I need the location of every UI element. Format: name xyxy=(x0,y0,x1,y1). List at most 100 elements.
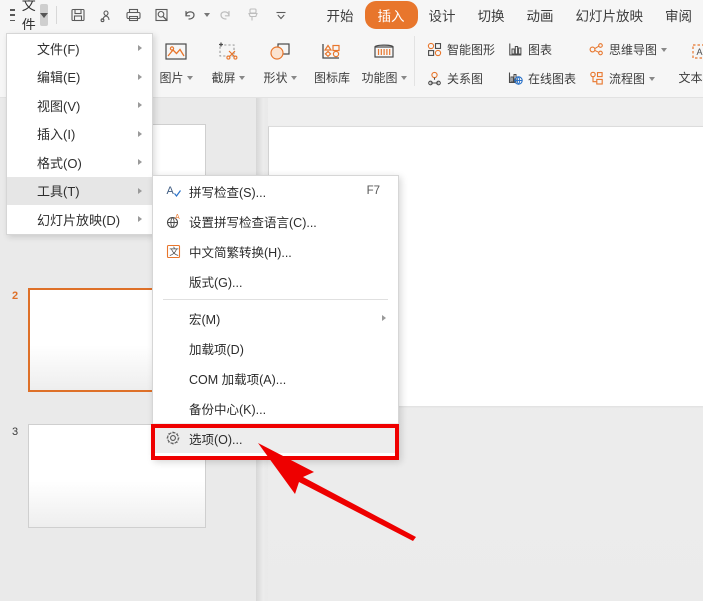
submenu-label: 拼写检查(S)... xyxy=(189,185,267,200)
ribbon-smartart-group: 智能图形 关系图 xyxy=(419,32,500,94)
file-dropdown-menu[interactable]: 文件(F) 编辑(E) 视图(V) 插入(I) 格式(O) 工具(T) 幻灯片放… xyxy=(6,33,153,235)
ribbon-icon-library-label: 图标库 xyxy=(313,71,350,85)
chevron-down-icon[interactable] xyxy=(186,75,193,80)
submenu-item-spellcheck[interactable]: A 拼写检查(S)... F7 xyxy=(153,176,398,206)
gear-icon xyxy=(161,430,185,446)
ribbon-relationship-chart-button[interactable]: 关系图 xyxy=(419,64,500,93)
ribbon-divider xyxy=(414,36,415,86)
ribbon-chart-button[interactable]: 图表 xyxy=(500,35,581,64)
tab-insert[interactable]: 插入 xyxy=(364,1,418,29)
ribbon-mindmap-group: 思维导图 流程图 xyxy=(581,32,672,94)
chevron-right-icon xyxy=(138,73,142,80)
submenu-label: 加载项(D) xyxy=(189,342,244,357)
menu-item-format[interactable]: 格式(O) xyxy=(7,148,152,177)
ribbon-mindmap-button[interactable]: 思维导图 xyxy=(581,35,672,64)
ribbon-insert-group: 图片 截屏 形状 图标库 功能图 智能图形 关系图 图表 在线图表 思维导图 流… xyxy=(150,32,703,96)
tab-start[interactable]: 开始 xyxy=(316,1,365,29)
tab-slideshow[interactable]: 幻灯片放映 xyxy=(565,1,655,29)
ribbon-function-chart-label: 功能图 xyxy=(361,71,398,85)
svg-text:A: A xyxy=(697,47,703,57)
redo-icon[interactable] xyxy=(212,3,238,27)
chevron-down-icon[interactable] xyxy=(238,75,245,80)
undo-button[interactable] xyxy=(177,3,210,27)
chevron-right-icon xyxy=(138,130,142,137)
picture-icon xyxy=(163,37,189,67)
smart-art-icon xyxy=(424,42,444,57)
submenu-item-com-addins[interactable]: COM 加载项(A)... xyxy=(153,363,398,393)
tools-submenu[interactable]: A 拼写检查(S)... F7 A 设置拼写检查语言(C)... 文 中文简繁转… xyxy=(152,175,399,460)
submenu-item-addins[interactable]: 加载项(D) xyxy=(153,333,398,363)
ribbon-icon-library-button[interactable]: 图标库 xyxy=(306,32,358,86)
quick-access-toolbar xyxy=(65,3,294,27)
menu-label: 格式(O) xyxy=(37,155,82,171)
ribbon-textbox-button[interactable]: A 文本框 xyxy=(672,32,703,86)
chevron-down-icon[interactable] xyxy=(290,75,297,80)
svg-text:A: A xyxy=(175,214,180,221)
ribbon-screenshot-button[interactable]: 截屏 xyxy=(202,32,254,86)
submenu-label: 设置拼写检查语言(C)... xyxy=(189,215,317,230)
ribbon-picture-button[interactable]: 图片 xyxy=(150,32,202,86)
online-chart-icon xyxy=(505,71,525,86)
chinese-conversion-icon: 文 xyxy=(161,243,185,260)
undo-icon[interactable] xyxy=(177,3,203,27)
ribbon-textbox-label: 文本框 xyxy=(678,71,703,85)
print-preview-icon[interactable] xyxy=(149,3,175,27)
ribbon-shapes-button[interactable]: 形状 xyxy=(254,32,306,86)
output-pdf-icon[interactable] xyxy=(93,3,119,27)
menu-item-view[interactable]: 视图(V) xyxy=(7,91,152,120)
menu-label: 文件(F) xyxy=(37,41,80,57)
mind-map-icon xyxy=(586,42,606,57)
submenu-label: 版式(G)... xyxy=(189,275,243,290)
svg-text:A: A xyxy=(166,185,174,197)
ribbon-chart-group: 图表 在线图表 xyxy=(500,32,581,94)
chevron-right-icon xyxy=(382,315,386,321)
ribbon-flowchart-button[interactable]: 流程图 xyxy=(581,64,672,93)
submenu-item-backup-center[interactable]: 备份中心(K)... xyxy=(153,393,398,423)
format-painter-icon[interactable] xyxy=(240,3,266,27)
hamburger-icon[interactable] xyxy=(10,9,15,21)
ribbon-function-chart-button[interactable]: 功能图 xyxy=(358,32,410,86)
chevron-down-icon[interactable] xyxy=(661,47,668,52)
menu-label: 幻灯片放映(D) xyxy=(37,212,121,228)
file-menu-caret-button[interactable] xyxy=(40,4,49,26)
print-icon[interactable] xyxy=(121,3,147,27)
svg-text:文: 文 xyxy=(169,246,179,258)
save-icon[interactable] xyxy=(65,3,91,27)
ribbon-smartart-button[interactable]: 智能图形 xyxy=(419,35,500,64)
submenu-item-options[interactable]: 选项(O)... xyxy=(153,423,398,453)
menu-item-insert[interactable]: 插入(I) xyxy=(7,120,152,149)
tab-review[interactable]: 审阅 xyxy=(654,1,703,29)
tab-animations[interactable]: 动画 xyxy=(516,1,565,29)
chevron-down-icon[interactable] xyxy=(649,76,656,81)
ribbon-online-chart-label: 在线图表 xyxy=(528,72,577,86)
menu-item-tools[interactable]: 工具(T) xyxy=(7,176,152,205)
tab-design[interactable]: 设计 xyxy=(418,1,467,29)
slide-number-2: 2 xyxy=(12,290,19,302)
relationship-chart-icon xyxy=(424,71,444,86)
submenu-label: 备份中心(K)... xyxy=(189,402,267,417)
slide-number-3: 3 xyxy=(12,426,19,438)
ribbon-chart-label: 图表 xyxy=(528,43,553,57)
submenu-item-layout[interactable]: 版式(G)... xyxy=(153,266,398,296)
menu-item-slideshow[interactable]: 幻灯片放映(D) xyxy=(7,205,152,234)
submenu-item-macro[interactable]: 宏(M) xyxy=(153,303,398,333)
chevron-down-icon[interactable] xyxy=(400,75,407,80)
undo-dropdown-caret-icon[interactable] xyxy=(203,13,210,17)
menu-label: 插入(I) xyxy=(37,127,76,143)
chevron-down-icon xyxy=(40,12,49,18)
submenu-item-chinese-conversion[interactable]: 文 中文简繁转换(H)... xyxy=(153,236,398,266)
customize-qat-icon[interactable] xyxy=(268,3,294,27)
textbox-icon: A xyxy=(686,37,703,67)
menu-item-edit[interactable]: 编辑(E) xyxy=(7,63,152,92)
submenu-item-spellcheck-language[interactable]: A 设置拼写检查语言(C)... xyxy=(153,206,398,236)
submenu-label: 宏(M) xyxy=(189,312,221,327)
flow-chart-icon xyxy=(586,71,606,86)
chart-icon xyxy=(505,42,525,57)
submenu-label: 中文简繁转换(H)... xyxy=(189,245,292,260)
tab-transitions[interactable]: 切换 xyxy=(467,1,516,29)
ribbon-shapes-label: 形状 xyxy=(263,71,288,85)
ribbon-online-chart-button[interactable]: 在线图表 xyxy=(500,64,581,93)
ribbon-picture-label: 图片 xyxy=(159,71,184,85)
menu-item-file[interactable]: 文件(F) xyxy=(7,34,152,63)
submenu-divider xyxy=(163,299,388,300)
